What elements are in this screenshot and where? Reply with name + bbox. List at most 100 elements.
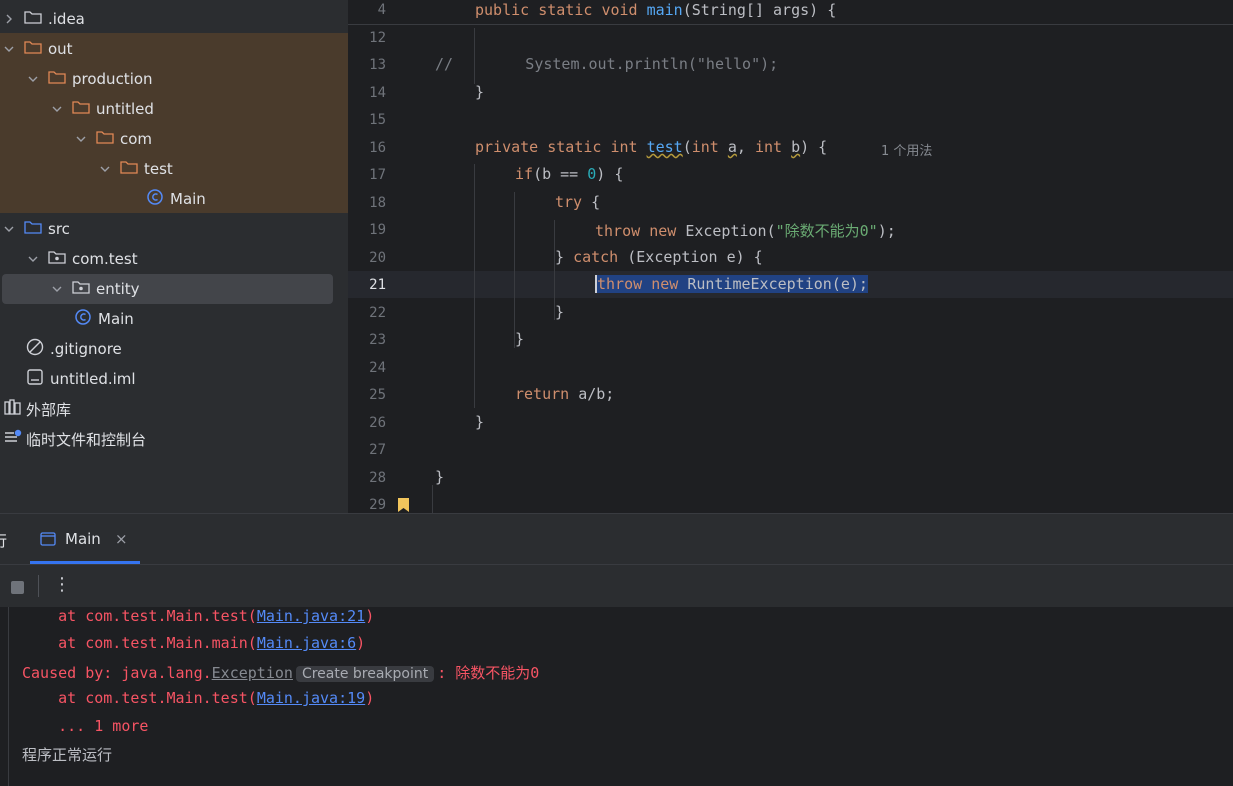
tree-item-main-class-src[interactable]: Main — [0, 304, 348, 334]
usages-inlay-hint[interactable]: 1 个用法 — [881, 140, 932, 159]
close-icon[interactable]: × — [115, 530, 128, 548]
tree-item-label: entity — [96, 280, 140, 298]
tree-item-src[interactable]: src — [0, 214, 348, 244]
console-line: Caused by: java.lang.Exception Create bre… — [22, 664, 540, 682]
line-number: 26 — [369, 415, 386, 431]
line-number: 4 — [377, 2, 386, 18]
chevron-right-icon[interactable] — [0, 14, 18, 24]
chevron-down-icon[interactable] — [24, 254, 42, 264]
line-number: 22 — [369, 305, 386, 321]
line-number: 17 — [369, 167, 386, 183]
folder-icon — [48, 70, 66, 88]
tree-item-label: com — [120, 130, 153, 148]
code-line-22: } — [555, 303, 565, 321]
line-number-current: 21 — [369, 277, 386, 293]
stacktrace-link[interactable]: Main.java:21 — [257, 607, 365, 625]
library-icon — [4, 399, 22, 419]
chevron-down-icon[interactable] — [96, 164, 114, 174]
tree-item-entity[interactable]: entity — [0, 274, 348, 304]
tree-item-label: untitled.iml — [50, 370, 136, 388]
run-tab-bar: 行 Main × — [0, 514, 1233, 565]
stacktrace-link[interactable]: Main.java:6 — [257, 634, 356, 652]
tree-item-test[interactable]: test — [0, 154, 348, 184]
tree-item-label: com.test — [72, 250, 138, 268]
tree-item-production[interactable]: production — [0, 64, 348, 94]
tree-item-label: 外部库 — [26, 400, 72, 419]
chevron-down-icon[interactable] — [0, 224, 18, 234]
code-line-17: if(b == 0) { — [515, 165, 624, 183]
tree-item-label: out — [48, 40, 73, 58]
code-line-25: return a/b; — [515, 385, 615, 403]
chevron-down-icon[interactable] — [48, 284, 66, 294]
class-icon — [146, 188, 164, 210]
tree-item-label: .gitignore — [50, 340, 122, 358]
tree-item-com[interactable]: com — [0, 124, 348, 154]
line-number: 28 — [369, 470, 386, 486]
tree-item-untitled-iml[interactable]: untitled.iml — [0, 364, 348, 394]
code-line-23: } — [515, 330, 525, 348]
line-number: 18 — [369, 195, 386, 211]
tree-item-label: Main — [98, 310, 134, 328]
tree-item-label: .idea — [48, 10, 85, 28]
tree-item-com-test[interactable]: com.test — [0, 244, 348, 274]
exception-class-link[interactable]: Exception — [212, 664, 293, 682]
chevron-down-icon[interactable] — [48, 104, 66, 114]
chevron-down-icon[interactable] — [24, 74, 42, 84]
folder-icon — [24, 40, 42, 58]
tree-item-gitignore[interactable]: .gitignore — [0, 334, 348, 364]
sticky-code-line: public static void main(String[] args) { — [475, 1, 837, 19]
folder-icon — [24, 10, 42, 28]
line-number: 23 — [369, 332, 386, 348]
tree-item-label: src — [48, 220, 70, 238]
tab-main[interactable]: Main × — [30, 522, 140, 564]
tree-item-label: 临时文件和控制台 — [26, 430, 147, 449]
line-number: 29 — [369, 497, 386, 513]
sticky-line-header: 4 public static void main(String[] args)… — [348, 0, 1233, 25]
code-line-13: // System.out.println("hello"); — [435, 55, 779, 73]
code-line-21: throw new RuntimeException(e); — [595, 275, 868, 293]
folder-icon — [24, 220, 42, 238]
line-number: 24 — [369, 360, 386, 376]
code-line-14: } — [475, 83, 485, 101]
code-line-20: } catch (Exception e) { — [555, 248, 763, 266]
code-line-28: } — [435, 468, 445, 486]
tree-item-out[interactable]: out — [0, 34, 348, 64]
more-options-icon[interactable]: ⋮ — [53, 574, 71, 595]
tree-item-external-libraries[interactable]: 外部库 — [0, 394, 348, 424]
stop-icon[interactable] — [10, 580, 25, 599]
line-number: 25 — [369, 387, 386, 403]
tree-item-label: untitled — [96, 100, 154, 118]
folder-icon — [120, 160, 138, 178]
chevron-down-icon[interactable] — [0, 44, 18, 54]
run-tool-window: 行 Main × ⋮ at com.test.Main.test(Main.ja… — [0, 513, 1233, 786]
tree-item-scratches[interactable]: 临时文件和控制台 — [0, 424, 348, 454]
stacktrace-link[interactable]: Main.java:19 — [257, 689, 365, 707]
toolbar-divider — [38, 575, 39, 597]
tree-item-label: test — [144, 160, 173, 178]
code-editor[interactable]: 4 public static void main(String[] args)… — [348, 0, 1233, 513]
create-breakpoint-tooltip[interactable]: Create breakpoint — [295, 666, 435, 682]
console-line: at com.test.Main.main(Main.java:6) — [22, 634, 366, 652]
code-line-16: private static int test(int a, int b) { — [475, 138, 828, 156]
scratches-icon — [4, 429, 22, 449]
line-number: 15 — [369, 112, 386, 128]
tree-item-untitled[interactable]: untitled — [0, 94, 348, 124]
tree-item-idea[interactable]: .idea — [0, 4, 348, 34]
class-icon — [74, 308, 92, 330]
console-line: ... 1 more — [22, 717, 149, 735]
tree-item-label: production — [72, 70, 153, 88]
line-number: 12 — [369, 30, 386, 46]
tree-item-label: Main — [170, 190, 206, 208]
chevron-down-icon[interactable] — [72, 134, 90, 144]
code-line-18: try { — [555, 193, 601, 211]
line-number: 20 — [369, 250, 386, 266]
code-line-19: throw new Exception("除数不能为0"); — [595, 222, 896, 240]
run-toolbar: ⋮ — [0, 565, 1233, 607]
line-number: 27 — [369, 442, 386, 458]
tab-label: Main — [65, 530, 101, 548]
tree-item-main-class-out[interactable]: Main — [0, 184, 348, 214]
package-icon — [48, 250, 66, 268]
line-number: 13 — [369, 57, 386, 73]
console-icon — [40, 531, 56, 550]
file-icon — [26, 368, 44, 390]
